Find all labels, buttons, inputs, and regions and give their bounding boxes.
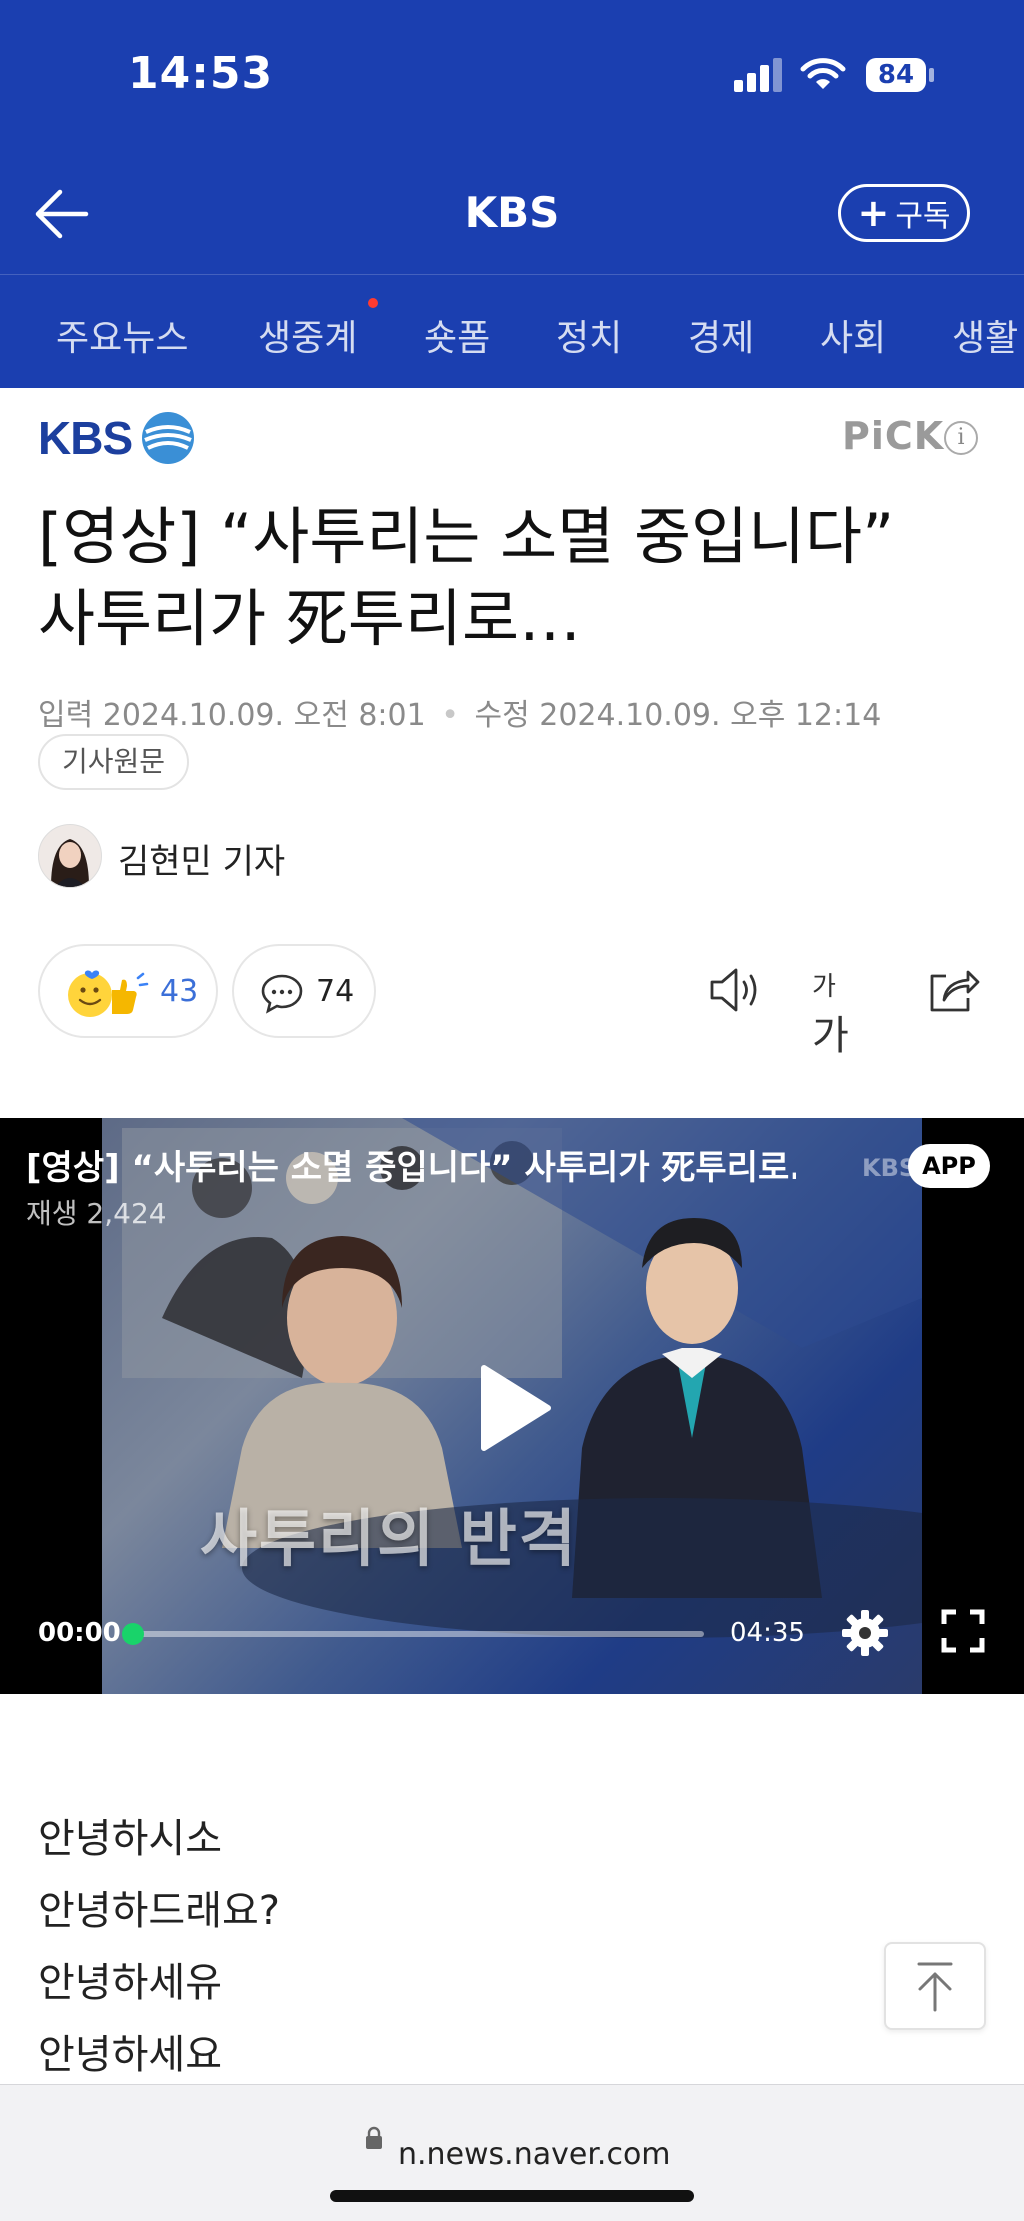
video-caption: 사투리의 반격 (200, 1502, 578, 1575)
reaction-count: 43 (160, 974, 199, 1009)
category-tabs: 주요뉴스 생중계 숏폼 정치 경제 사회 생활 (0, 275, 1024, 388)
video-title: [영상] “사투리는 소멸 중입니다” 사투리가 死투리로... (26, 1148, 796, 1188)
comment-icon (261, 974, 303, 1014)
tab-society[interactable]: 사회 (820, 309, 886, 361)
avatar-illustration (39, 825, 101, 887)
reaction-emoji-icon (68, 970, 149, 1017)
battery-indicator: 84 (866, 58, 926, 92)
date-separator: • (441, 698, 459, 733)
tab-politics[interactable]: 정치 (556, 309, 622, 361)
press-logo-text: KBS (38, 412, 133, 464)
tab-economy[interactable]: 경제 (688, 309, 754, 361)
font-size-button[interactable]: 가가 (812, 966, 872, 1059)
kbs-emblem-icon (142, 412, 195, 464)
scroll-to-top-button[interactable] (884, 1942, 986, 2030)
status-time: 14:53 (128, 48, 274, 99)
headline-line-1: [영상] “사투리는 소멸 중입니다” (38, 500, 895, 573)
article-headline: [영상] “사투리는 소멸 중입니다” 사투리가 死투리로… (38, 496, 978, 660)
url-text[interactable]: n.news.naver.com (398, 2137, 671, 2172)
edit-date: 2024.10.09. 오후 12:14 (539, 698, 882, 733)
lock-icon (366, 2126, 382, 2149)
input-date: 2024.10.09. 오전 8:01 (102, 698, 426, 733)
settings-gear-icon[interactable] (840, 1608, 890, 1658)
arrow-up-icon (917, 1962, 953, 2012)
edit-label: 수정 (474, 698, 530, 733)
body-text-line: 안녕하드래요? (38, 1888, 281, 1934)
fullscreen-icon[interactable] (940, 1608, 986, 1654)
plus-icon: + (857, 191, 890, 235)
font-small-glyph: 가 (812, 972, 836, 1002)
article-dates: 입력 2024.10.09. 오전 8:01 • 수정 2024.10.09. … (38, 690, 881, 734)
video-duration: 04:35 (730, 1618, 805, 1648)
original-article-button[interactable]: 기사원문 (38, 734, 190, 790)
play-icon[interactable] (474, 1362, 554, 1454)
headline-line-2: 사투리가 死투리로… (38, 582, 581, 655)
body-text-line: 안녕하시소 (38, 1816, 222, 1862)
tab-live[interactable]: 생중계 (258, 309, 357, 361)
comment-count: 74 (316, 974, 355, 1009)
body-text-line: 안녕하세요 (38, 2032, 222, 2078)
subscribe-button[interactable]: + 구독 (838, 184, 970, 242)
font-big-glyph: 가 (812, 1013, 849, 1059)
video-player[interactable]: [영상] “사투리는 소멸 중입니다” 사투리가 死투리로... 재생 2,42… (0, 1118, 1024, 1694)
input-label: 입력 (38, 698, 94, 733)
reaction-button[interactable]: 43 (38, 944, 218, 1038)
cellular-signal-icon (734, 56, 782, 92)
share-button[interactable] (924, 962, 980, 1018)
wifi-icon (800, 58, 846, 89)
comment-button[interactable]: 74 (232, 944, 376, 1038)
tab-main-news[interactable]: 주요뉴스 (56, 309, 188, 361)
subscribe-label: 구독 (895, 199, 951, 234)
body-text-line: 안녕하세유 (38, 1960, 222, 2006)
reporter-name[interactable]: 김현민 기자 (118, 834, 285, 883)
info-icon[interactable]: i (944, 421, 978, 455)
pick-label: PiCK (842, 414, 945, 458)
press-logo[interactable]: KBS (38, 410, 196, 466)
battery-cap (929, 68, 934, 82)
reporter-avatar[interactable] (38, 824, 102, 888)
video-current-time: 00:00 (38, 1618, 121, 1648)
live-indicator-dot (368, 298, 378, 308)
tab-life[interactable]: 생활 (952, 309, 1018, 361)
video-progress-bar[interactable] (128, 1631, 704, 1637)
home-indicator (330, 2190, 694, 2202)
video-progress-knob[interactable] (122, 1623, 144, 1645)
tab-shortform[interactable]: 숏폼 (424, 309, 490, 361)
text-to-speech-button[interactable] (706, 962, 764, 1018)
app-badge-button[interactable]: APP (908, 1144, 990, 1188)
video-views: 재생 2,424 (26, 1197, 167, 1230)
